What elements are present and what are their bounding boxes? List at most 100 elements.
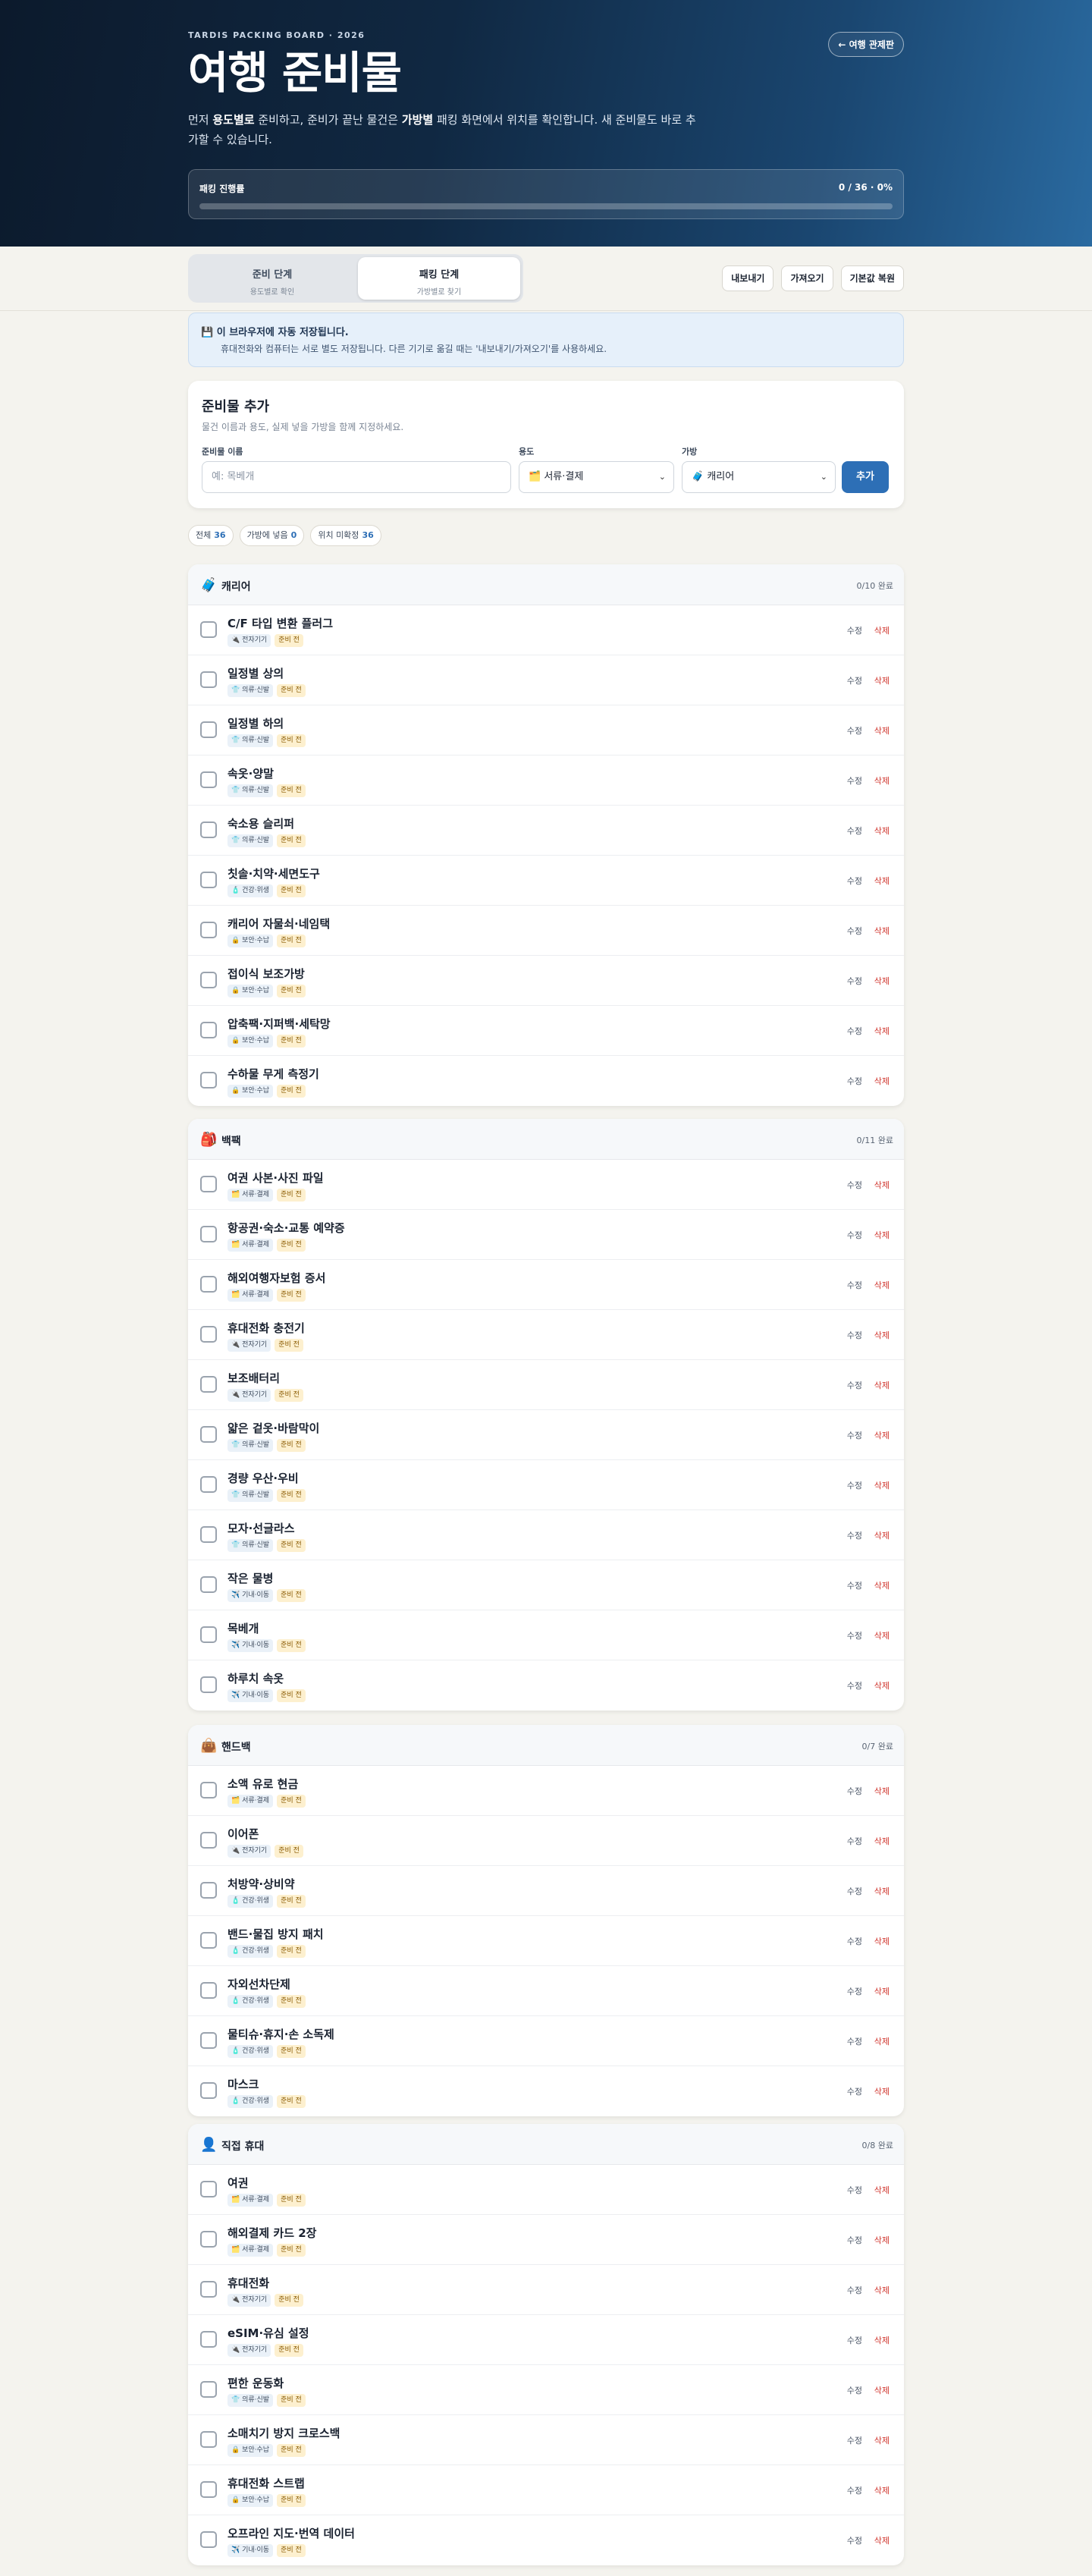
- filter-unplaced[interactable]: 위치 미확정 36: [310, 525, 381, 546]
- packed-checkbox[interactable]: [200, 1276, 217, 1293]
- packed-checkbox[interactable]: [200, 1022, 217, 1038]
- edit-button[interactable]: 수정: [847, 1985, 862, 1997]
- tab-prep-stage[interactable]: 준비 단계 용도별로 확인: [191, 257, 353, 300]
- export-button[interactable]: 내보내기: [722, 265, 774, 291]
- edit-button[interactable]: 수정: [847, 724, 862, 737]
- delete-button[interactable]: 삭제: [874, 1429, 890, 1441]
- delete-button[interactable]: 삭제: [874, 1075, 890, 1087]
- packed-checkbox[interactable]: [200, 922, 217, 938]
- delete-button[interactable]: 삭제: [874, 875, 890, 887]
- delete-button[interactable]: 삭제: [874, 925, 890, 937]
- filter-packed[interactable]: 가방에 넣음 0: [239, 525, 305, 546]
- delete-button[interactable]: 삭제: [874, 1179, 890, 1191]
- delete-button[interactable]: 삭제: [874, 825, 890, 837]
- edit-button[interactable]: 수정: [847, 1025, 862, 1037]
- packed-checkbox[interactable]: [200, 2331, 217, 2348]
- delete-button[interactable]: 삭제: [874, 2534, 890, 2546]
- packed-checkbox[interactable]: [200, 771, 217, 788]
- delete-button[interactable]: 삭제: [874, 1529, 890, 1541]
- edit-button[interactable]: 수정: [847, 2484, 862, 2496]
- delete-button[interactable]: 삭제: [874, 1379, 890, 1391]
- edit-button[interactable]: 수정: [847, 1329, 862, 1341]
- delete-button[interactable]: 삭제: [874, 1985, 890, 1997]
- edit-button[interactable]: 수정: [847, 1179, 862, 1191]
- tab-packing-stage[interactable]: 패킹 단계 가방별로 찾기: [358, 257, 520, 300]
- packed-checkbox[interactable]: [200, 2481, 217, 2498]
- item-name-input[interactable]: 예: 목베개: [202, 461, 511, 493]
- packed-checkbox[interactable]: [200, 1072, 217, 1089]
- edit-button[interactable]: 수정: [847, 2234, 862, 2246]
- edit-button[interactable]: 수정: [847, 825, 862, 837]
- delete-button[interactable]: 삭제: [874, 1885, 890, 1897]
- edit-button[interactable]: 수정: [847, 2334, 862, 2346]
- packed-checkbox[interactable]: [200, 1226, 217, 1242]
- packed-checkbox[interactable]: [200, 1932, 217, 1949]
- delete-button[interactable]: 삭제: [874, 724, 890, 737]
- packed-checkbox[interactable]: [200, 1782, 217, 1798]
- delete-button[interactable]: 삭제: [874, 1785, 890, 1797]
- delete-button[interactable]: 삭제: [874, 774, 890, 787]
- packed-checkbox[interactable]: [200, 1526, 217, 1543]
- packed-checkbox[interactable]: [200, 1376, 217, 1393]
- edit-button[interactable]: 수정: [847, 1835, 862, 1847]
- delete-button[interactable]: 삭제: [874, 1835, 890, 1847]
- delete-button[interactable]: 삭제: [874, 2434, 890, 2446]
- edit-button[interactable]: 수정: [847, 774, 862, 787]
- packed-checkbox[interactable]: [200, 1326, 217, 1343]
- edit-button[interactable]: 수정: [847, 1279, 862, 1291]
- delete-button[interactable]: 삭제: [874, 2284, 890, 2296]
- packed-checkbox[interactable]: [200, 1982, 217, 1999]
- delete-button[interactable]: 삭제: [874, 1025, 890, 1037]
- edit-button[interactable]: 수정: [847, 2284, 862, 2296]
- delete-button[interactable]: 삭제: [874, 1629, 890, 1641]
- delete-button[interactable]: 삭제: [874, 1935, 890, 1947]
- edit-button[interactable]: 수정: [847, 1629, 862, 1641]
- delete-button[interactable]: 삭제: [874, 624, 890, 636]
- packed-checkbox[interactable]: [200, 2531, 217, 2548]
- packed-checkbox[interactable]: [200, 1882, 217, 1899]
- edit-button[interactable]: 수정: [847, 1429, 862, 1441]
- delete-button[interactable]: 삭제: [874, 2035, 890, 2047]
- edit-button[interactable]: 수정: [847, 975, 862, 987]
- edit-button[interactable]: 수정: [847, 2085, 862, 2097]
- delete-button[interactable]: 삭제: [874, 1479, 890, 1491]
- delete-button[interactable]: 삭제: [874, 1579, 890, 1591]
- packed-checkbox[interactable]: [200, 671, 217, 688]
- delete-button[interactable]: 삭제: [874, 975, 890, 987]
- delete-button[interactable]: 삭제: [874, 2484, 890, 2496]
- edit-button[interactable]: 수정: [847, 2434, 862, 2446]
- reset-defaults-button[interactable]: 기본값 복원: [840, 265, 904, 291]
- packed-checkbox[interactable]: [200, 1476, 217, 1493]
- delete-button[interactable]: 삭제: [874, 2184, 890, 2196]
- edit-button[interactable]: 수정: [847, 624, 862, 636]
- packed-checkbox[interactable]: [200, 2231, 217, 2248]
- edit-button[interactable]: 수정: [847, 875, 862, 887]
- edit-button[interactable]: 수정: [847, 1785, 862, 1797]
- edit-button[interactable]: 수정: [847, 1229, 862, 1241]
- packed-checkbox[interactable]: [200, 2381, 217, 2398]
- edit-button[interactable]: 수정: [847, 2534, 862, 2546]
- add-item-button[interactable]: 추가: [842, 461, 889, 493]
- packed-checkbox[interactable]: [200, 1676, 217, 1693]
- edit-button[interactable]: 수정: [847, 1075, 862, 1087]
- edit-button[interactable]: 수정: [847, 1679, 862, 1692]
- delete-button[interactable]: 삭제: [874, 2384, 890, 2396]
- filter-all[interactable]: 전체 36: [188, 525, 234, 546]
- edit-button[interactable]: 수정: [847, 1885, 862, 1897]
- edit-button[interactable]: 수정: [847, 1479, 862, 1491]
- edit-button[interactable]: 수정: [847, 1529, 862, 1541]
- delete-button[interactable]: 삭제: [874, 1229, 890, 1241]
- packed-checkbox[interactable]: [200, 2032, 217, 2049]
- edit-button[interactable]: 수정: [847, 925, 862, 937]
- edit-button[interactable]: 수정: [847, 2035, 862, 2047]
- delete-button[interactable]: 삭제: [874, 1679, 890, 1692]
- bag-select[interactable]: 🧳 캐리어 ⌄: [682, 461, 836, 493]
- delete-button[interactable]: 삭제: [874, 2085, 890, 2097]
- packed-checkbox[interactable]: [200, 872, 217, 888]
- import-button[interactable]: 가져오기: [781, 265, 833, 291]
- delete-button[interactable]: 삭제: [874, 1329, 890, 1341]
- packed-checkbox[interactable]: [200, 1176, 217, 1192]
- packed-checkbox[interactable]: [200, 2082, 217, 2099]
- delete-button[interactable]: 삭제: [874, 2334, 890, 2346]
- packed-checkbox[interactable]: [200, 721, 217, 738]
